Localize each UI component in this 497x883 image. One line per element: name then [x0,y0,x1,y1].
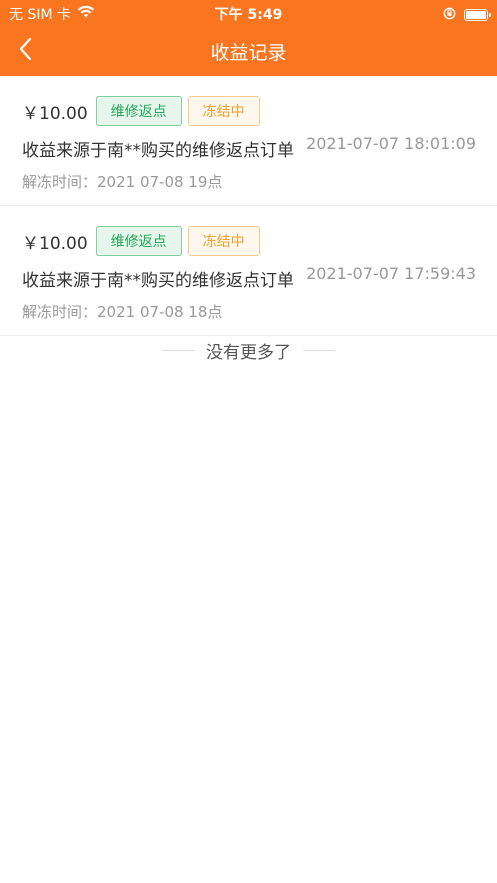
record-description: 收益来源于南**购买的维修返点订单 [22,141,294,161]
record-time: 2021-07-07 18:01:09 [306,134,476,153]
status-right [443,5,491,24]
battery-icon [464,8,491,21]
income-record-item[interactable]: ￥10.00 维修返点 冻结中 收益来源于南**购买的维修返点订单 2021-0… [0,206,497,336]
record-status-badge: 冻结中 [187,226,260,256]
record-unfreeze-time: 解冻时间：2021 07-08 18点 [22,303,223,321]
record-status-badge: 冻结中 [187,96,260,126]
record-header: ￥10.00 维修返点 冻结中 [22,226,260,256]
record-header: ￥10.00 维修返点 冻结中 [22,96,260,126]
no-more-text: 没有更多了 [206,343,291,363]
record-type-badge: 维修返点 [95,96,182,126]
record-description: 收益来源于南**购买的维修返点订单 [22,271,294,291]
orientation-lock-icon [443,5,456,24]
record-type-badge: 维修返点 [95,226,182,256]
divider-right [303,350,335,351]
status-bar: 无 SIM 卡 下午 5:49 [0,0,497,26]
page-title: 收益记录 [210,42,287,64]
record-amount: ￥10.00 [22,103,88,124]
record-amount: ￥10.00 [22,233,88,254]
record-unfreeze-time: 解冻时间：2021 07-08 19点 [22,173,223,191]
no-more-indicator: 没有更多了 [0,338,497,363]
income-record-item[interactable]: ￥10.00 维修返点 冻结中 收益来源于南**购买的维修返点订单 2021-0… [0,76,497,206]
record-time: 2021-07-07 17:59:43 [306,264,476,283]
nav-bar: 收益记录 [0,26,497,76]
divider-left [162,350,194,351]
status-time: 下午 5:49 [214,7,283,23]
app-header: 无 SIM 卡 下午 5:49 收益记录 [0,0,497,76]
